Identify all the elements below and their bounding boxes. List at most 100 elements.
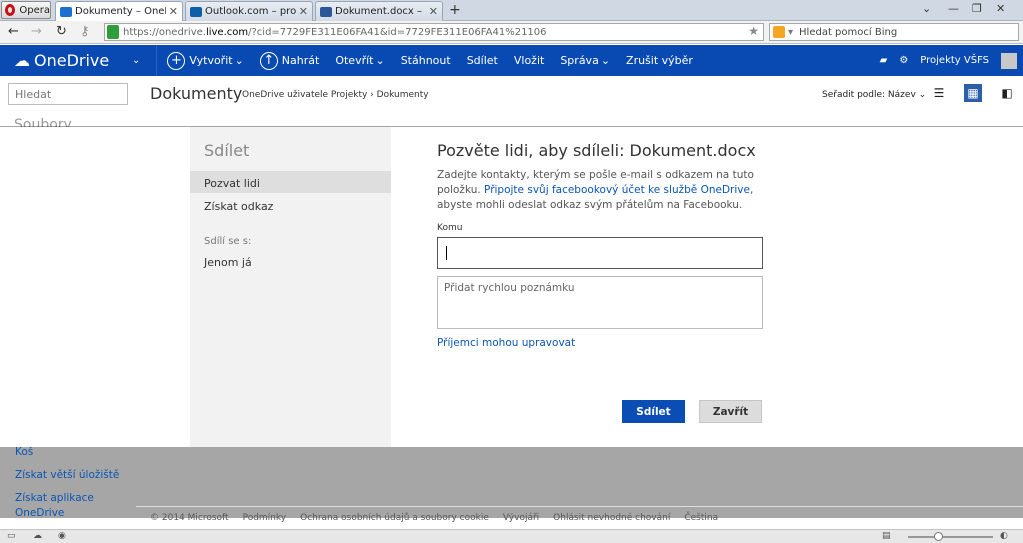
key-icon[interactable]: ⚷ bbox=[80, 24, 90, 39]
onedrive-favicon-icon bbox=[60, 6, 72, 17]
browser-tab-bar: Opera Dokumenty – OneDrive ✕ Outlook.com… bbox=[0, 0, 1023, 21]
open-label: Otevřít bbox=[335, 54, 374, 67]
minimize-icon[interactable]: — bbox=[948, 2, 959, 15]
share-option-get-link[interactable]: Získat odkaz bbox=[190, 194, 391, 216]
browser-tab-outlook[interactable]: Outlook.com – projekt... ✕ bbox=[185, 1, 313, 21]
opera-logo-icon bbox=[5, 4, 16, 16]
footer-copyright: © 2014 Microsoft bbox=[150, 512, 229, 523]
breadcrumb-current[interactable]: Dokumenty bbox=[377, 90, 429, 100]
to-label: Komu bbox=[437, 223, 463, 233]
zoom-icon[interactable]: ◐ bbox=[1000, 531, 1012, 542]
address-bar-row: ← → ↻ ⚷ https://onedrive. live.com/?cid=7… bbox=[0, 21, 1023, 44]
open-menu-button[interactable]: Otevřít ⌄ bbox=[335, 54, 384, 67]
bookmark-star-icon[interactable]: ★ bbox=[748, 24, 759, 38]
tab-label: Outlook.com – projekt... bbox=[205, 6, 296, 17]
breadcrumb-root[interactable]: OneDrive uživatele Projekty bbox=[242, 90, 367, 100]
share-option-invite-people[interactable]: Pozvat lidi bbox=[190, 171, 391, 193]
browser-tab-word[interactable]: Dokument.docx – Micr... ✕ bbox=[315, 1, 443, 21]
gear-icon[interactable]: ⚙ bbox=[899, 55, 908, 66]
download-label: Stáhnout bbox=[400, 54, 451, 67]
close-button[interactable]: Zavřít bbox=[699, 400, 762, 423]
zoom-slider[interactable] bbox=[908, 536, 993, 538]
outlook-favicon-icon bbox=[190, 6, 202, 17]
sidebar-link-more-storage[interactable]: Získat větší úložiště bbox=[15, 468, 119, 483]
secure-lock-icon bbox=[107, 25, 119, 39]
zoom-slider-handle[interactable] bbox=[934, 532, 943, 541]
footer-link-terms[interactable]: Podmínky bbox=[243, 513, 287, 523]
search-input[interactable]: Hledat bbox=[8, 83, 128, 105]
to-input[interactable] bbox=[437, 237, 763, 269]
close-tab-icon[interactable]: ✕ bbox=[299, 5, 308, 18]
upload-label: Nahrát bbox=[281, 54, 320, 67]
bing-search-field[interactable]: ▾ Hledat pomocí Bing bbox=[769, 23, 1019, 41]
turbo-cloud-icon[interactable]: ☁ bbox=[33, 531, 45, 542]
close-tab-icon[interactable]: ✕ bbox=[429, 5, 438, 18]
tab-label: Dokumenty – OneDrive bbox=[75, 6, 166, 17]
clear-selection-button[interactable]: Zrušit výběr bbox=[626, 54, 693, 67]
upload-button[interactable]: ↑ Nahrát bbox=[259, 51, 320, 70]
page-header: Hledat Dokumenty OneDrive uživatele Proj… bbox=[0, 76, 1023, 126]
footer-link-language[interactable]: Čeština bbox=[684, 513, 718, 523]
sort-dropdown[interactable]: Seřadit podle: Název ⌄ bbox=[822, 90, 926, 100]
details-pane-icon[interactable]: ◧ bbox=[998, 84, 1016, 102]
footer-link-developers[interactable]: Vývojáři bbox=[503, 513, 539, 523]
image-toggle-icon[interactable]: ▤ bbox=[882, 531, 894, 542]
list-view-icon[interactable]: ☰ bbox=[930, 84, 948, 102]
avatar[interactable] bbox=[1001, 52, 1017, 69]
note-textarea[interactable]: Přidat rychlou poznámku bbox=[437, 276, 763, 329]
recipients-can-edit-link[interactable]: Příjemci mohou upravovat bbox=[437, 337, 762, 349]
new-tab-icon[interactable]: + bbox=[449, 2, 461, 18]
upload-icon: ↑ bbox=[259, 51, 278, 70]
breadcrumb: OneDrive uživatele Projekty › Dokumenty bbox=[242, 90, 429, 100]
speed-dial-icon[interactable]: ◉ bbox=[58, 531, 70, 542]
url-field[interactable]: https://onedrive. live.com/?cid=7729FE311… bbox=[104, 23, 764, 41]
opera-menu-button[interactable]: Opera bbox=[1, 1, 51, 19]
browser-tab-onedrive[interactable]: Dokumenty – OneDrive ✕ bbox=[55, 1, 183, 21]
back-icon[interactable]: ← bbox=[8, 24, 19, 39]
bing-icon bbox=[773, 26, 785, 38]
chat-icon[interactable]: ▰ bbox=[880, 55, 888, 66]
share-dialog-title: Sdílet bbox=[204, 141, 250, 160]
text-caret bbox=[446, 246, 447, 260]
close-tab-icon[interactable]: ✕ bbox=[169, 5, 178, 18]
share-button[interactable]: Sdílet bbox=[622, 400, 685, 423]
maximize-icon[interactable]: ❐ bbox=[972, 2, 982, 15]
download-button[interactable]: Stáhnout bbox=[401, 54, 451, 67]
tab-menu-chevron-icon[interactable]: ⌄ bbox=[922, 2, 931, 15]
panel-toggle-icon[interactable]: ▭ bbox=[7, 531, 19, 542]
create-label: Vytvořit bbox=[189, 54, 233, 67]
invite-description: Zadejte kontakty, kterým se pošle e-mail… bbox=[437, 168, 762, 213]
embed-button[interactable]: Vložit bbox=[514, 54, 544, 67]
sort-label: Seřadit podle: Název bbox=[822, 90, 916, 100]
chevron-down-icon: ⌄ bbox=[918, 90, 927, 100]
reload-icon[interactable]: ↻ bbox=[56, 24, 67, 39]
sidebar-link-get-apps[interactable]: Získat aplikace OneDrive bbox=[15, 491, 95, 521]
forward-icon[interactable]: → bbox=[31, 24, 42, 39]
app-switcher-chevron-icon[interactable]: ⌄ bbox=[132, 55, 140, 66]
footer-link-privacy[interactable]: Ochrana osobních údajů a soubory cookie bbox=[300, 513, 489, 523]
clear-selection-label: Zrušit výběr bbox=[626, 54, 693, 67]
close-window-icon[interactable]: ✕ bbox=[996, 2, 1005, 15]
tab-label: Dokument.docx – Micr... bbox=[335, 6, 426, 17]
search-engine-dropdown-icon[interactable]: ▾ bbox=[788, 27, 793, 38]
manage-menu-button[interactable]: Správa ⌄ bbox=[560, 54, 610, 67]
share-dialog-nav: Sdílet Pozvat lidi Získat odkaz Sdílí se… bbox=[190, 127, 391, 447]
user-name[interactable]: Projekty VŠFS bbox=[920, 55, 989, 66]
view-switcher: ☰ ▦ ◧ bbox=[930, 84, 1023, 102]
word-favicon-icon bbox=[320, 6, 332, 17]
browser-status-bar: ▭ ☁ ◉ ▤ ◐ bbox=[0, 529, 1023, 543]
share-command-button[interactable]: Sdílet bbox=[467, 54, 498, 67]
footer-link-report-abuse[interactable]: Ohlásit nevhodné chování bbox=[553, 513, 670, 523]
share-dialog: Sdílet Pozvat lidi Získat odkaz Sdílí se… bbox=[0, 127, 1023, 447]
chevron-down-icon: ⌄ bbox=[234, 54, 244, 67]
create-menu-button[interactable]: + Vytvořit ⌄ bbox=[167, 51, 244, 70]
onedrive-cloud-icon: ☁ bbox=[14, 51, 30, 70]
invite-heading: Pozvěte lidi, aby sdíleli: Dokument.docx bbox=[437, 141, 756, 160]
shared-with-label: Sdílí se s: bbox=[204, 236, 252, 247]
connect-facebook-link[interactable]: Připojte svůj facebookový účet ke službě… bbox=[484, 184, 750, 196]
sidebar-link-recycle-bin[interactable]: Koš bbox=[15, 445, 33, 460]
divider bbox=[156, 45, 158, 76]
onedrive-logo[interactable]: ☁ OneDrive bbox=[14, 51, 132, 70]
onedrive-logo-text: OneDrive bbox=[34, 51, 110, 70]
tiles-view-icon[interactable]: ▦ bbox=[964, 84, 982, 102]
